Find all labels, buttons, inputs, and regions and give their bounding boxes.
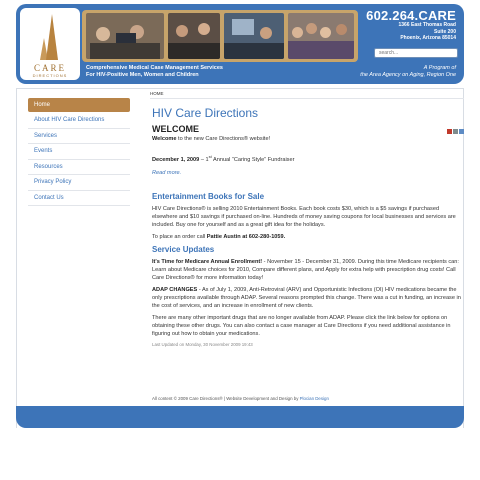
sidebar-item-services[interactable]: Services: [28, 129, 130, 144]
photo-computer-desk: [224, 13, 284, 59]
books-heading: Entertainment Books for Sale: [152, 191, 265, 201]
breadcrumb[interactable]: HOME: [150, 91, 164, 96]
sidebar-item-resources[interactable]: Resources: [28, 160, 130, 175]
sidebar-item-events[interactable]: Events: [28, 144, 130, 160]
order-contact: Pattie Austin at 602-280-1059.: [206, 233, 286, 240]
program-affiliation: A Program of the Area Agency on Aging, R…: [360, 65, 456, 79]
logo-text: CARE: [33, 63, 66, 73]
event-dash: – 1: [199, 156, 209, 163]
books-text: HIV Care Directions® is selling 2010 Ent…: [152, 205, 456, 228]
sidebar-item-home[interactable]: Home: [28, 98, 130, 112]
address-line-1: 1366 East Thomas Road: [398, 22, 456, 28]
updates-heading: Service Updates: [152, 244, 215, 254]
event-date: December 1, 2009: [152, 156, 200, 163]
enrollment-text: It's Time for Medicare Annual Enrollment…: [152, 258, 464, 282]
sidebar-nav: Home About HIV Care Directions Services …: [28, 98, 130, 206]
header-photo-strip: [82, 10, 358, 62]
event-title: Annual “Caring Style” Fundraiser: [211, 156, 295, 163]
last-updated: Last Updated on Monday, 30 November 2009…: [152, 341, 253, 347]
footer-band: [16, 406, 464, 428]
photo-meeting: [168, 13, 220, 59]
welcome-bold: Welcome: [152, 136, 177, 142]
phone-number: 602.264.CARE: [366, 8, 456, 23]
copyright-text: All content © 2009 Care Directions® | We…: [152, 396, 300, 401]
tagline-line-1: Comprehensive Medical Case Management Se…: [86, 65, 223, 71]
header-tagline: Comprehensive Medical Case Management Se…: [86, 65, 223, 79]
site-header: CARE DIRECTIONS Comprehensive Medical Ca…: [16, 4, 464, 84]
email-icon[interactable]: [459, 129, 464, 134]
copyright-footer: All content © 2009 Care Directions® | We…: [152, 396, 329, 401]
breadcrumb-divider: [150, 98, 464, 99]
photo-group: [288, 13, 354, 59]
order-text-lead: To place an order call: [152, 233, 207, 240]
main-content: HIV Care Directions WELCOME Welcome to t…: [152, 106, 464, 347]
adap-text: ADAP CHANGES - As of July 1, 2009, Anti-…: [152, 286, 464, 310]
program-line-1: A Program of: [423, 65, 456, 71]
read-more-link[interactable]: Read more.: [152, 170, 464, 176]
address-block: 1366 East Thomas Road Suite 200 Phoenix,…: [398, 22, 456, 42]
adap-bold: ADAP CHANGES: [152, 286, 198, 293]
search-input[interactable]: [374, 48, 458, 58]
article-tools: [446, 129, 464, 136]
event-line: December 1, 2009 – 1st Annual “Caring St…: [152, 153, 464, 164]
welcome-text: Welcome to the new Care Directions® webs…: [152, 135, 464, 143]
tagline-line-2: For HIV-Positive Men, Women and Children: [86, 72, 199, 78]
address-line-3: Phoenix, Arizona 85014: [400, 35, 456, 41]
print-icon[interactable]: [453, 129, 458, 134]
welcome-heading: WELCOME: [152, 124, 199, 134]
welcome-rest: to the new Care Directions® website!: [176, 136, 271, 142]
pdf-icon[interactable]: [447, 129, 452, 134]
logo-subtext: DIRECTIONS: [32, 73, 68, 78]
program-line-2: the Area Agency on Aging, Region One: [360, 72, 456, 78]
logo-tower: [46, 14, 58, 60]
enrollment-bold: It's Time for Medicare Annual Enrollment…: [152, 258, 263, 265]
other-drugs-text: There are many other important drugs tha…: [152, 314, 451, 337]
photo-office-workers: [86, 13, 164, 59]
page-title: HIV Care Directions: [152, 106, 259, 120]
adap-rest: - As of July 1, 2009, Anti-Retroviral (A…: [152, 286, 461, 309]
designer-link[interactable]: Plocian Design: [300, 396, 329, 401]
order-text: To place an order call Pattie Austin at …: [152, 233, 464, 241]
sidebar-item-contact-us[interactable]: Contact Us: [28, 191, 130, 206]
sidebar-item-privacy-policy[interactable]: Privacy Policy: [28, 175, 130, 191]
care-directions-logo[interactable]: CARE DIRECTIONS: [20, 8, 80, 80]
sidebar-item-about[interactable]: About HIV Care Directions: [28, 113, 130, 129]
